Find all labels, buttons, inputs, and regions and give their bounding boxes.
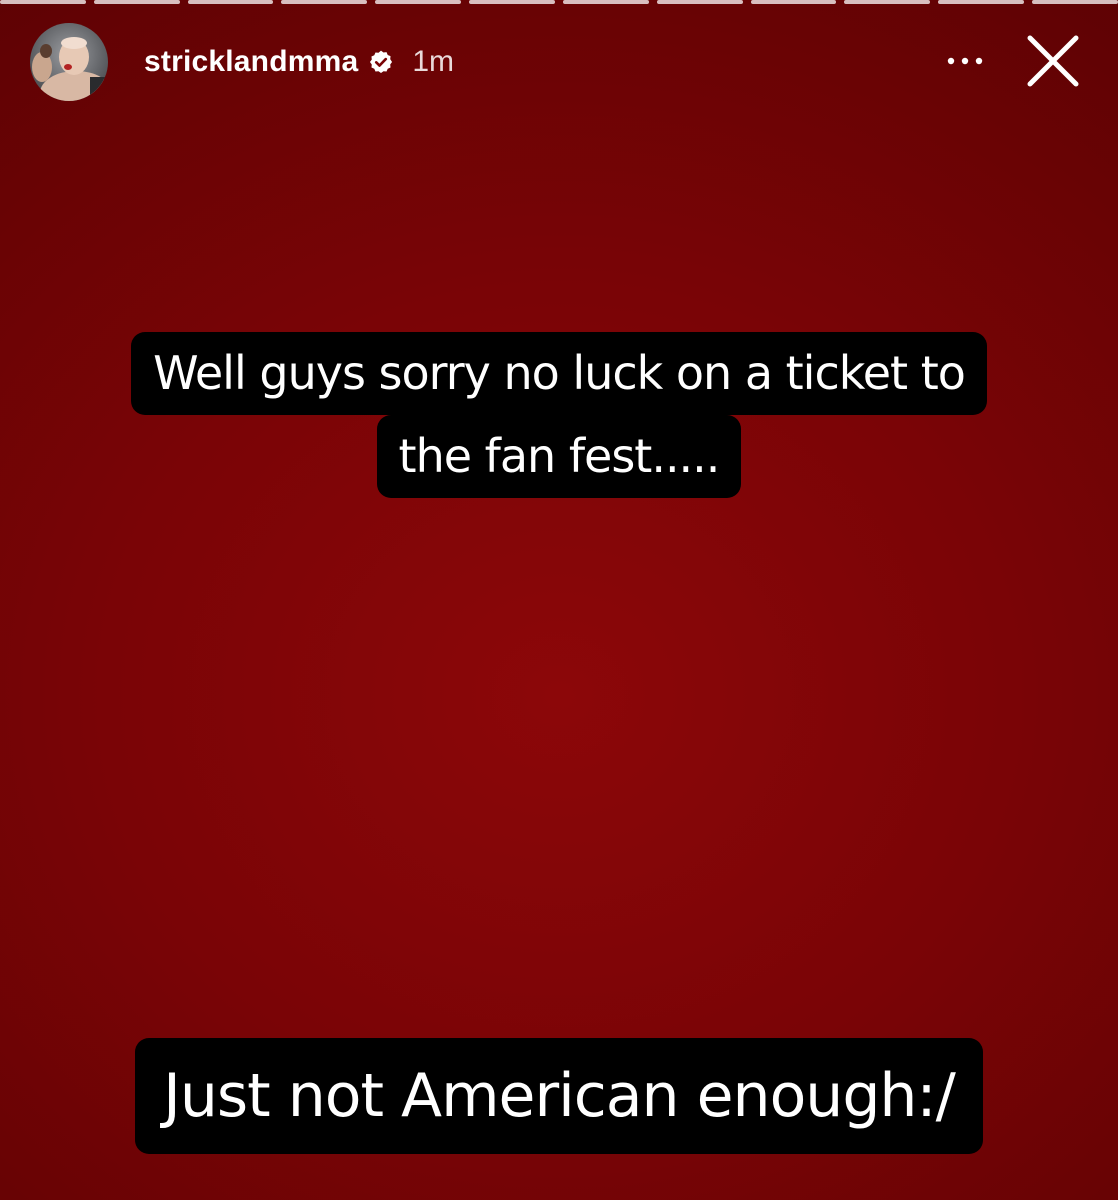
story-progress-bar — [0, 0, 1118, 6]
more-horizontal-icon — [947, 57, 983, 65]
close-button[interactable] — [1022, 30, 1084, 92]
progress-segment — [0, 0, 86, 4]
caption-line: Just not American enough:/ — [135, 1038, 983, 1154]
story-header: stricklandmma 1m — [30, 23, 1096, 101]
avatar[interactable] — [30, 23, 108, 101]
username[interactable]: stricklandmma — [144, 45, 358, 79]
caption-line: the fan fest..... — [376, 415, 742, 499]
more-options-button[interactable] — [942, 46, 988, 76]
progress-segment — [844, 0, 931, 4]
verified-badge-icon — [370, 50, 393, 74]
story-caption: Well guys sorry no luck on a ticket to t… — [0, 332, 1118, 499]
progress-segment — [469, 0, 555, 4]
progress-segment — [93, 0, 180, 4]
progress-segment — [375, 0, 462, 4]
story-caption: Just not American enough:/ — [0, 1038, 1118, 1154]
progress-segment — [187, 0, 274, 4]
progress-segment — [281, 0, 368, 4]
progress-segment — [938, 0, 1025, 4]
progress-segment — [750, 0, 837, 4]
post-time: 1m — [412, 45, 455, 78]
progress-segment — [1032, 0, 1118, 4]
caption-line: Well guys sorry no luck on a ticket to — [131, 332, 987, 416]
progress-segment — [656, 0, 743, 4]
close-icon — [1027, 35, 1079, 87]
progress-segment — [562, 0, 649, 4]
